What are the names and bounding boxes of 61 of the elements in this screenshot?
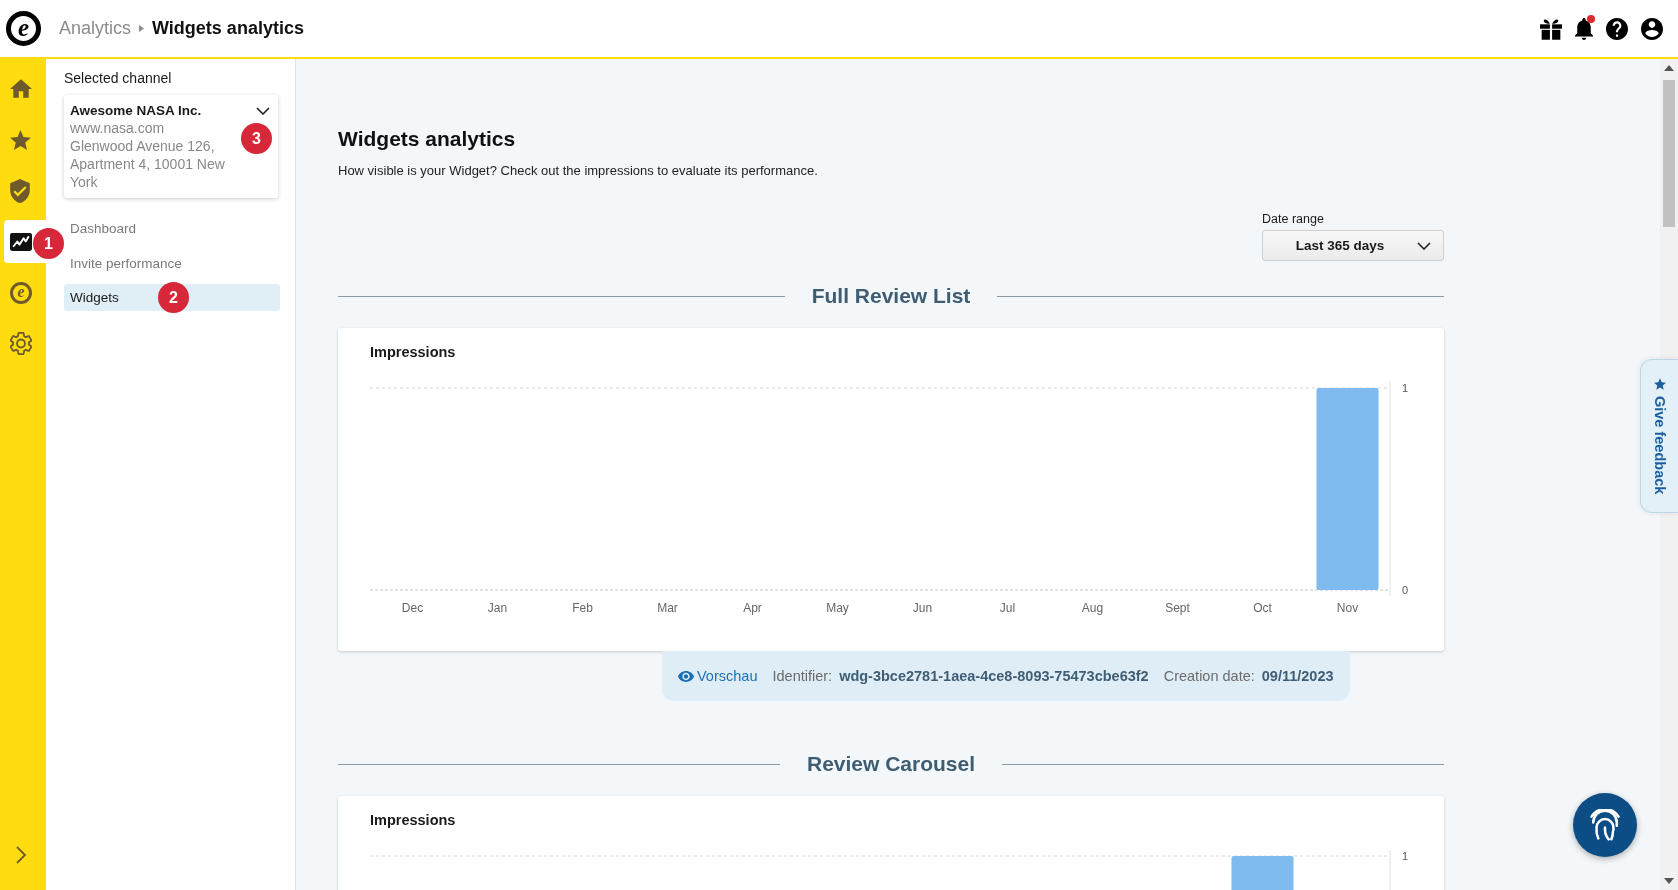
gift-icon[interactable] bbox=[1540, 17, 1562, 40]
gear-icon bbox=[10, 332, 32, 355]
scroll-up-icon[interactable] bbox=[1664, 65, 1674, 71]
axis-label: Aug bbox=[1081, 601, 1104, 615]
star-icon bbox=[10, 129, 31, 150]
axis-label: Oct bbox=[1253, 601, 1272, 615]
creation-date-value: 09/11/2023 bbox=[1261, 668, 1334, 684]
breadcrumb-separator-icon bbox=[139, 25, 145, 32]
axis-label: Nov bbox=[1336, 601, 1359, 615]
circled-letter-icon: e bbox=[10, 281, 32, 304]
channel-label: Selected channel bbox=[64, 70, 172, 86]
identifier-label: Identifier: bbox=[772, 668, 833, 684]
preview-link[interactable]: Vorschau bbox=[678, 668, 758, 684]
breadcrumb-item: Widgets analytics bbox=[152, 18, 304, 39]
axis-label: Jun bbox=[912, 601, 933, 615]
breadcrumb-item[interactable]: Analytics bbox=[59, 18, 132, 39]
expand-button[interactable] bbox=[14, 846, 28, 864]
bar bbox=[1231, 856, 1294, 890]
axis-label: Mar bbox=[657, 601, 678, 615]
account-icon[interactable] bbox=[1641, 17, 1663, 40]
chevron-right-icon bbox=[14, 846, 28, 864]
channel-address: Glenwood Avenue 126, Apartment 4, 10001 New York bbox=[70, 137, 226, 191]
chevron-down-icon bbox=[256, 106, 270, 115]
page-title: Widgets analytics bbox=[338, 126, 517, 152]
home-icon bbox=[10, 79, 32, 98]
axis-tick-label: 0 bbox=[1402, 584, 1409, 596]
line-chart-icon bbox=[10, 232, 32, 251]
chart-title: Impressions bbox=[370, 811, 457, 829]
shield-check-icon bbox=[10, 178, 30, 203]
chevron-down-icon bbox=[1417, 241, 1431, 250]
axis-label: Dec bbox=[401, 601, 424, 615]
axis-label: Apr bbox=[743, 601, 762, 615]
axis-label: Jul bbox=[999, 601, 1016, 615]
axis-label: Feb bbox=[572, 601, 593, 615]
section-title: Full Review List bbox=[811, 284, 971, 308]
date-range-dropdown[interactable]: Last 365 days bbox=[1262, 230, 1444, 261]
help-icon[interactable] bbox=[1606, 17, 1628, 40]
rail-nav-button[interactable]: e bbox=[4, 271, 46, 314]
section-title: Review Carousel bbox=[806, 752, 976, 776]
sidebar-nav-item[interactable]: Dashboard bbox=[64, 215, 280, 242]
axis-label: May bbox=[826, 601, 849, 615]
axis-label: Jan bbox=[487, 601, 508, 615]
chart-title: Impressions bbox=[370, 343, 457, 361]
eye-icon bbox=[678, 670, 694, 682]
identifier-value: wdg-3bce2781-1aea-4ce8-8093-75473cbe63f2 bbox=[839, 668, 1149, 684]
channel-url: www.nasa.com bbox=[70, 119, 165, 137]
date-range-label: Date range bbox=[1262, 212, 1325, 227]
feedback-tab[interactable]: Give feedback bbox=[1640, 359, 1678, 513]
page-subtitle: How visible is your Widget? Check out the impressions to evaluate its performance. bbox=[338, 162, 819, 180]
logo[interactable]: e bbox=[6, 11, 41, 46]
creation-date-label: Creation date: bbox=[1163, 668, 1255, 684]
axis-tick-label: 1 bbox=[1402, 850, 1409, 862]
fingerprint-icon bbox=[1590, 809, 1620, 841]
channel-name: Awesome NASA Inc. bbox=[70, 102, 202, 119]
scrollbar-thumb[interactable] bbox=[1663, 80, 1675, 227]
bell-icon[interactable] bbox=[1575, 17, 1593, 40]
axis-label: Sept bbox=[1165, 601, 1190, 615]
star-icon bbox=[1653, 378, 1666, 390]
axis-tick-label: 1 bbox=[1402, 382, 1409, 394]
scroll-down-icon[interactable] bbox=[1664, 878, 1674, 884]
sidebar-nav-item[interactable]: Invite performance bbox=[64, 249, 280, 277]
